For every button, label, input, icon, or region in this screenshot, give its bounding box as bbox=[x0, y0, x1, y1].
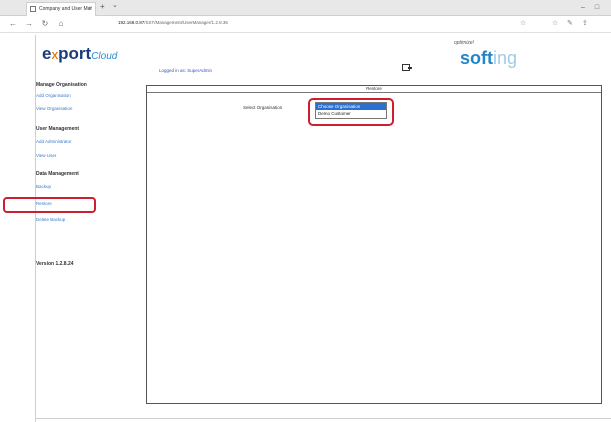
forward-icon[interactable]: → bbox=[24, 19, 34, 28]
new-tab-button[interactable]: + bbox=[100, 2, 105, 11]
home-icon[interactable]: ⌂ bbox=[56, 19, 66, 28]
page-frame-bottom bbox=[35, 418, 611, 419]
user-management-heading: User Management bbox=[36, 126, 80, 132]
address-path: /SST/Management/UserManager/1.2.8.36 bbox=[144, 20, 228, 25]
minimize-window-button[interactable]: – bbox=[578, 3, 588, 13]
delete-backup-link[interactable]: Delete Backup bbox=[36, 217, 65, 222]
tab-title: Company and User Mar bbox=[39, 6, 93, 12]
restore-panel: Restore Select Organisation Choose Organ… bbox=[146, 85, 602, 404]
restore-highlight bbox=[3, 197, 96, 213]
tab-dropdown-icon[interactable]: ⌄ bbox=[112, 1, 118, 9]
add-organisation-link[interactable]: Add Organisation bbox=[36, 93, 71, 98]
share-icon[interactable]: ⇪ bbox=[582, 19, 588, 27]
logout-icon[interactable] bbox=[402, 64, 412, 71]
version-label: Version 1.2.8.24 bbox=[36, 261, 74, 267]
close-tab-icon[interactable]: × bbox=[88, 3, 92, 15]
export-cloud-logo: eXportCloud bbox=[42, 44, 118, 63]
page-title: Restore bbox=[147, 86, 601, 93]
view-user-link[interactable]: View User bbox=[36, 153, 56, 158]
refresh-icon[interactable]: ↻ bbox=[40, 19, 50, 28]
notes-icon[interactable]: ✎ bbox=[567, 19, 573, 27]
favorite-icon[interactable]: ☆ bbox=[520, 19, 526, 27]
organisation-highlight bbox=[308, 98, 394, 126]
back-icon[interactable]: ← bbox=[8, 19, 18, 28]
browser-tab-bar: Company and User Mar × + ⌄ – □ bbox=[0, 0, 611, 16]
logged-in-user: Logged in as: SuperAdmin bbox=[159, 68, 213, 73]
address-host: 192.168.0.87 bbox=[118, 20, 145, 25]
manage-organisation-heading: Manage Organisation bbox=[36, 82, 87, 88]
brand-main: soft bbox=[460, 48, 493, 68]
backup-link[interactable]: Backup bbox=[36, 184, 51, 189]
browser-tab[interactable]: Company and User Mar × bbox=[26, 2, 96, 16]
maximize-window-button[interactable]: □ bbox=[592, 3, 602, 13]
view-organisation-link[interactable]: View Organisation bbox=[36, 106, 72, 111]
brand-tagline: optimize! bbox=[454, 40, 475, 46]
address-bar[interactable]: 192.168.0.87/SST/Management/UserManager/… bbox=[118, 20, 228, 25]
page-icon bbox=[30, 6, 36, 12]
select-organisation-label: Select Organisation bbox=[243, 105, 283, 110]
favorites-bar-icon[interactable]: ☆ bbox=[552, 19, 558, 27]
brand-tail: ing bbox=[493, 48, 518, 68]
data-management-heading: Data Management bbox=[36, 171, 79, 177]
browser-nav-bar: ← → ↻ ⌂ 192.168.0.87/SST/Management/User… bbox=[0, 16, 611, 33]
add-administrator-link[interactable]: Add Administrator bbox=[36, 139, 72, 144]
